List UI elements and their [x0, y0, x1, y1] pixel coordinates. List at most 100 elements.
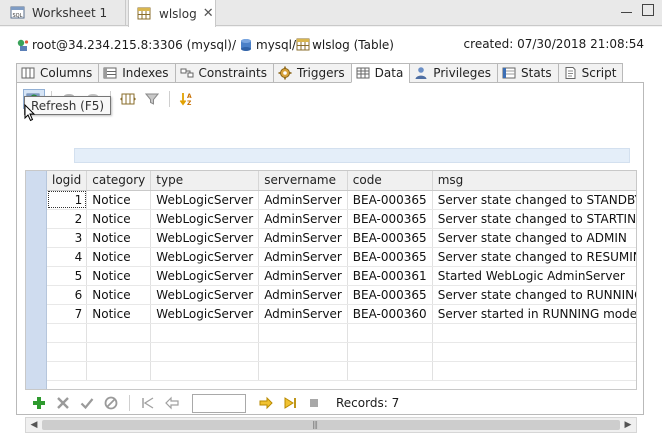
- cell-type[interactable]: WebLogicServer: [150, 247, 260, 267]
- column-header-category[interactable]: category: [86, 171, 152, 191]
- cell-type[interactable]: WebLogicServer: [150, 209, 260, 229]
- cell-category[interactable]: Notice: [86, 304, 152, 324]
- cell-msg[interactable]: Started WebLogic AdminServer: [432, 266, 636, 286]
- breadcrumb: root@34.234.215.8:3306 (mysql) / mysql /…: [16, 37, 394, 53]
- cell-type[interactable]: WebLogicServer: [150, 266, 260, 286]
- cancel-button[interactable]: [101, 394, 121, 412]
- cell-logid[interactable]: 7: [47, 304, 88, 324]
- previous-page-button[interactable]: [162, 394, 182, 412]
- stop-icon: [310, 399, 318, 407]
- table-header-row: logid category type servername code msg: [47, 171, 636, 191]
- cell-msg[interactable]: Server state changed to ADMIN: [432, 228, 636, 248]
- table-row[interactable]: 6 Notice WebLogicServer AdminServer BEA-…: [47, 285, 636, 305]
- breadcrumb-database[interactable]: mysql: [240, 38, 292, 52]
- page-number-input[interactable]: [192, 393, 246, 413]
- cell-code[interactable]: BEA-000365: [347, 190, 433, 210]
- stop-button[interactable]: [304, 394, 324, 412]
- tab-constraints[interactable]: Constraints: [174, 63, 273, 83]
- cell-servername[interactable]: AdminServer: [258, 228, 348, 248]
- cell-category[interactable]: Notice: [86, 285, 152, 305]
- cell-category[interactable]: Notice: [86, 209, 152, 229]
- tab-stats[interactable]: Stats: [497, 63, 558, 83]
- table-row[interactable]: 2 Notice WebLogicServer AdminServer BEA-…: [47, 209, 636, 229]
- filter-button[interactable]: [141, 89, 163, 109]
- cell-category[interactable]: Notice: [86, 190, 152, 210]
- horizontal-scrollbar[interactable]: ◀ ||| ▶: [25, 417, 637, 433]
- cell-type[interactable]: WebLogicServer: [150, 285, 260, 305]
- column-header-type[interactable]: type: [150, 171, 260, 191]
- column-header-msg[interactable]: msg: [432, 171, 636, 191]
- breadcrumb-table[interactable]: wlslog (Table): [296, 38, 394, 52]
- filter-bar[interactable]: [74, 148, 630, 163]
- cell-servername[interactable]: AdminServer: [258, 285, 348, 305]
- minimize-icon[interactable]: [621, 5, 632, 13]
- table-row[interactable]: 7 Notice WebLogicServer AdminServer BEA-…: [47, 304, 636, 324]
- tab-script[interactable]: Script: [557, 63, 624, 83]
- cell-msg[interactable]: Server state changed to STARTING: [432, 209, 636, 229]
- scrollbar-thumb[interactable]: [42, 420, 620, 430]
- script-icon: [563, 66, 577, 80]
- tab-indexes[interactable]: Indexes: [98, 63, 175, 83]
- empty-row: [47, 323, 636, 343]
- scroll-left-icon[interactable]: ◀: [27, 419, 41, 431]
- cell-category[interactable]: Notice: [86, 247, 152, 267]
- column-header-servername[interactable]: servername: [258, 171, 348, 191]
- table-row[interactable]: 1 Notice WebLogicServer AdminServer BEA-…: [47, 190, 636, 210]
- tab-worksheet-1[interactable]: SQL Worksheet 1: [2, 0, 126, 26]
- cell-msg[interactable]: Server state changed to RESUMING: [432, 247, 636, 267]
- cell-code[interactable]: BEA-000365: [347, 228, 433, 248]
- cell-msg[interactable]: Server state changed to STANDBY: [432, 190, 636, 210]
- breadcrumb-connection[interactable]: root@34.234.215.8:3306 (mysql): [16, 38, 232, 52]
- scroll-right-icon[interactable]: ▶: [621, 419, 635, 431]
- cell-code[interactable]: BEA-000365: [347, 209, 433, 229]
- tab-wlslog[interactable]: wlslog ✕: [128, 0, 216, 27]
- cell-logid[interactable]: 1: [47, 190, 88, 210]
- add-row-button[interactable]: [29, 394, 49, 412]
- toolbar-separator: [169, 91, 170, 107]
- cell-servername[interactable]: AdminServer: [258, 247, 348, 267]
- cell-servername[interactable]: AdminServer: [258, 190, 348, 210]
- cell-type[interactable]: WebLogicServer: [150, 190, 260, 210]
- first-page-button[interactable]: [138, 394, 158, 412]
- tab-privileges[interactable]: Privileges: [409, 63, 497, 83]
- cell-servername[interactable]: AdminServer: [258, 266, 348, 286]
- data-grid: logid category type servername code msg …: [25, 170, 637, 390]
- cell-code[interactable]: BEA-000360: [347, 304, 433, 324]
- maximize-icon[interactable]: [642, 4, 654, 16]
- next-page-button[interactable]: [256, 394, 276, 412]
- sort-button[interactable]: AZ: [176, 89, 198, 109]
- cell-code[interactable]: BEA-000365: [347, 285, 433, 305]
- column-layout-button[interactable]: [117, 89, 139, 109]
- cell-code[interactable]: BEA-000361: [347, 266, 433, 286]
- apply-button[interactable]: [77, 394, 97, 412]
- sort-icon: AZ: [179, 93, 192, 106]
- cell-category[interactable]: Notice: [86, 266, 152, 286]
- cell-logid[interactable]: 3: [47, 228, 88, 248]
- window-controls: [621, 4, 654, 16]
- cell-type[interactable]: WebLogicServer: [150, 228, 260, 248]
- cell-msg[interactable]: Server state changed to RUNNING: [432, 285, 636, 305]
- table-row[interactable]: 4 Notice WebLogicServer AdminServer BEA-…: [47, 247, 636, 267]
- cell-logid[interactable]: 5: [47, 266, 88, 286]
- column-header-logid[interactable]: logid: [47, 171, 88, 191]
- table-row[interactable]: 5 Notice WebLogicServer AdminServer BEA-…: [47, 266, 636, 286]
- cell-code[interactable]: BEA-000365: [347, 247, 433, 267]
- cell-logid[interactable]: 4: [47, 247, 88, 267]
- delete-row-button[interactable]: [53, 394, 73, 412]
- cell-logid[interactable]: 2: [47, 209, 88, 229]
- cell-logid[interactable]: 6: [47, 285, 88, 305]
- tab-triggers[interactable]: Triggers: [273, 63, 351, 83]
- table-row[interactable]: 3 Notice WebLogicServer AdminServer BEA-…: [47, 228, 636, 248]
- close-icon[interactable]: ✕: [203, 6, 214, 21]
- cell-msg[interactable]: Server started in RUNNING mode: [432, 304, 636, 324]
- cell-type[interactable]: WebLogicServer: [150, 304, 260, 324]
- table-label: wlslog (Table): [312, 38, 394, 52]
- last-page-button[interactable]: [280, 394, 300, 412]
- cell-servername[interactable]: AdminServer: [258, 304, 348, 324]
- cell-category[interactable]: Notice: [86, 228, 152, 248]
- columns-icon: [21, 66, 35, 80]
- cell-servername[interactable]: AdminServer: [258, 209, 348, 229]
- tab-data[interactable]: Data: [350, 63, 410, 83]
- tab-columns[interactable]: Columns: [16, 63, 99, 83]
- column-header-code[interactable]: code: [347, 171, 433, 191]
